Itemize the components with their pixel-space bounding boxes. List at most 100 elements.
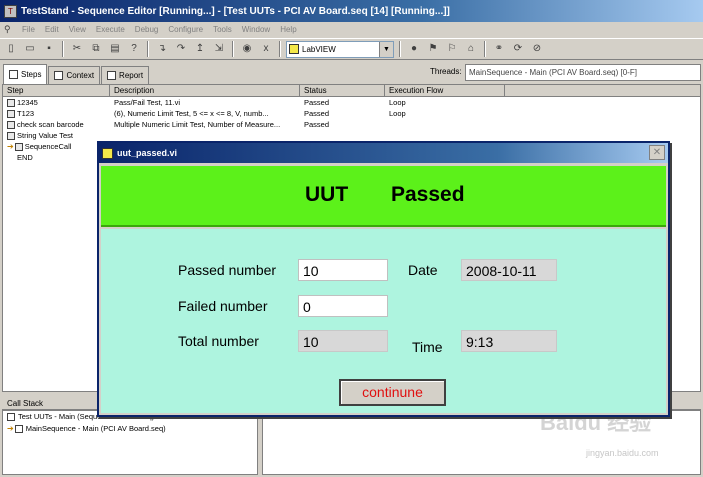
step-flow: Loop [389,109,406,118]
test-uuts-icon[interactable]: ⚐ [444,41,460,57]
table-row[interactable]: 12345 Pass/Fail Test, 11.vi Passed Loop [3,97,700,108]
adapter-select[interactable]: LabVIEW ▼ [286,40,394,58]
tab-context[interactable]: Context [48,66,101,84]
continue-button[interactable]: continune [339,379,446,406]
window-titlebar[interactable]: T TestStand - Sequence Editor [Running..… [0,0,703,22]
step-out-icon[interactable]: ↥ [192,41,208,57]
step-description: Pass/Fail Test, 11.vi [114,98,180,107]
labview-icon [289,44,299,54]
call-frame-icon [14,425,23,433]
failed-number-field[interactable]: 0 [298,295,388,317]
table-row[interactable]: T123 (6), Numeric Limit Test, 5 <= x <= … [3,108,700,119]
table-row[interactable]: check scan barcode Multiple Numeric Limi… [3,119,700,130]
banner-uut-text: UUT [305,183,349,206]
new-file-icon[interactable]: ▯ [3,41,19,57]
step-status: Passed [304,120,330,129]
tab-report[interactable]: Report [101,66,150,84]
run-icon[interactable]: ● [406,41,422,57]
window-title: TestStand - Sequence Editor [Running...]… [21,5,450,17]
threads-select[interactable]: MainSequence - Main (PCI AV Board.seq) [… [465,64,701,81]
tab-label: Context [66,71,95,80]
context-icon [54,71,64,80]
step-name: END [17,153,33,162]
sequence-call-icon [14,143,23,152]
step-over-icon[interactable]: ↷ [173,41,189,57]
menu-bar: ⚲ File Edit View Execute Debug Configure… [0,22,703,37]
menu-help[interactable]: Help [280,25,296,34]
column-header-execution-flow[interactable]: Execution Flow [385,85,505,96]
call-frame-label: MainSequence - Main (PCI AV Board.seq) [25,424,166,433]
stop-icon[interactable]: ⊘ [529,41,545,57]
menu-view[interactable]: View [69,25,86,34]
toolbar-separator [62,41,64,57]
single-pass-icon[interactable]: ⚑ [425,41,441,57]
save-icon[interactable]: ▪ [41,41,57,57]
step-into-icon[interactable]: ↴ [154,41,170,57]
toolbar-separator [399,41,401,57]
find-icon[interactable]: ⚭ [491,41,507,57]
close-icon[interactable]: ✕ [649,145,665,160]
column-header-description[interactable]: Description [110,85,300,96]
time-label: Time [412,339,443,355]
dialog-titlebar[interactable]: uut_passed.vi ✕ [99,143,668,163]
toolbar-separator [147,41,149,57]
variable-icon[interactable]: x [258,41,274,57]
table-row[interactable]: String Value Test [3,130,700,141]
menu-tools[interactable]: Tools [213,25,232,34]
list-item[interactable]: ➔ MainSequence - Main (PCI AV Board.seq) [3,423,257,435]
total-number-label: Total number [178,333,259,349]
step-name: 12345 [17,98,38,107]
report-icon [107,71,117,80]
step-name: check scan barcode [17,120,84,129]
passed-number-field[interactable]: 10 [298,259,388,281]
steps-icon [9,70,18,79]
step-status: Passed [304,98,330,107]
menu-execute[interactable]: Execute [96,25,125,34]
tab-label: Steps [21,70,42,79]
cut-icon[interactable]: ✂ [69,41,85,57]
step-status [300,130,385,141]
step-flow [385,119,505,130]
open-folder-icon[interactable]: ▭ [22,41,38,57]
toolbar: ▯ ▭ ▪ ✂ ⧉ ▤ ? ↴ ↷ ↥ ⇲ ◉ x LabVIEW ▼ ● ⚑ … [0,38,703,60]
pass-fail-step-icon [7,99,15,108]
menu-edit[interactable]: Edit [45,25,59,34]
dialog-body: Passed number 10 Failed number 0 Total n… [101,229,666,413]
step-name: T123 [17,109,35,118]
chevron-down-icon[interactable]: ▼ [379,41,393,57]
string-step-icon [7,132,15,141]
execution-pointer-icon: ➔ [7,142,14,151]
menu-configure[interactable]: Configure [168,25,203,34]
step-description: (6), Numeric Limit Test, 5 <= x <= 8, V,… [114,109,269,118]
station-icon[interactable]: ⌂ [463,41,479,57]
time-display: 9:13 [461,330,557,352]
tab-label: Report [119,71,144,80]
threads-label: Threads: [430,67,462,76]
column-header-step[interactable]: Step [3,85,110,96]
date-label: Date [408,262,438,278]
multi-numeric-step-icon [7,121,15,130]
passed-number-label: Passed number [178,262,277,278]
sync-icon[interactable]: ⟳ [510,41,526,57]
dialog-title: uut_passed.vi [117,148,178,158]
execution-pointer-icon: ➔ [7,424,14,433]
run-cursor-icon[interactable]: ⇲ [211,41,227,57]
breakpoint-icon[interactable]: ◉ [239,41,255,57]
labview-vi-icon [102,147,113,159]
step-description: Multiple Numeric Limit Test, Number of M… [114,120,281,129]
menu-file[interactable]: File [22,25,35,34]
failed-number-label: Failed number [178,298,268,314]
step-status: Passed [304,109,330,118]
copy-icon[interactable]: ⧉ [88,41,104,57]
steps-table-header: Step Description Status Execution Flow [3,85,700,97]
tab-steps[interactable]: Steps [3,64,48,84]
step-name: SequenceCall [24,142,72,151]
column-header-status[interactable]: Status [300,85,385,96]
paste-icon[interactable]: ▤ [107,41,123,57]
total-number-display: 10 [298,330,388,352]
help-icon[interactable]: ? [126,41,142,57]
toolbar-separator [232,41,234,57]
menu-debug[interactable]: Debug [135,25,159,34]
menu-window[interactable]: Window [242,25,270,34]
banner-passed-text: Passed [391,183,465,206]
